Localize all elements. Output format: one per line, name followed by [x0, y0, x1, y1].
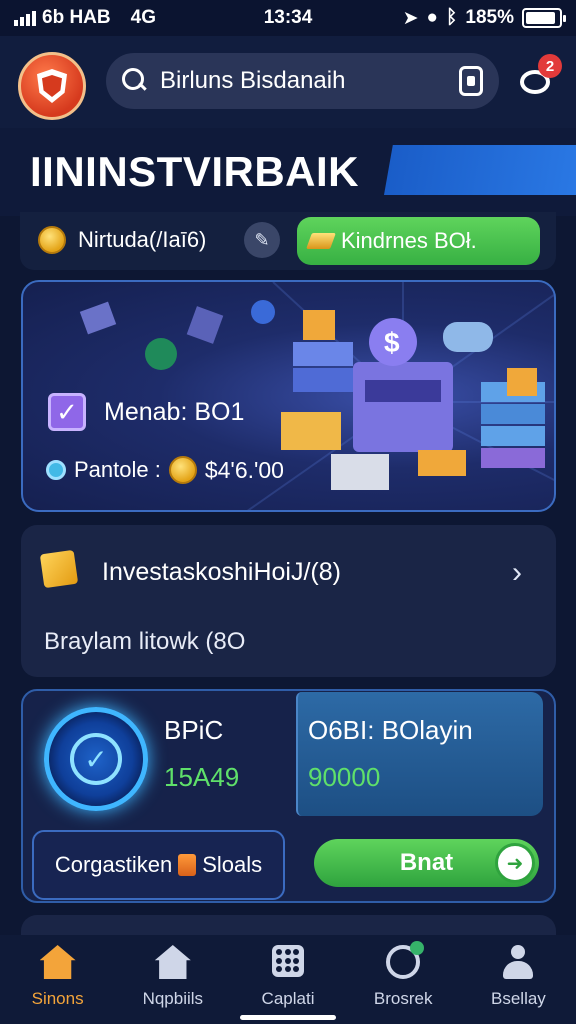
bpc-label: BPiC	[164, 715, 224, 745]
invest-subtitle: Braylam litowk (8O	[44, 628, 246, 655]
app-logo[interactable]	[18, 52, 86, 120]
dice-icon	[272, 945, 304, 977]
nav-item-capital[interactable]: Caplati	[230, 935, 345, 1024]
portfolio-label: Pantole :	[74, 457, 161, 482]
compare-right-label: Sloals	[202, 852, 263, 877]
info-item: Nirtuda(/Iaī6)	[38, 226, 206, 254]
status-bar: 6b HAB 4G 13:34 ➤ ● ᛒ 185%	[0, 0, 576, 36]
invest-title: InvestaskoshiHoiJ/(8)	[102, 558, 341, 586]
portfolio-value: $4ʹ6.ʹ00	[204, 456, 284, 483]
nav-item-properties[interactable]: Nqpbiils	[115, 935, 230, 1024]
compare-left-label: Corgastiken	[54, 852, 173, 877]
nav-label: Nqpbiils	[142, 989, 204, 1008]
compare-button[interactable]: Corgastiken Sloals	[32, 830, 285, 900]
gift-icon	[178, 854, 197, 876]
buy-button[interactable]: Bnat ➜	[314, 839, 539, 887]
battery-icon	[522, 8, 566, 28]
home-icon	[39, 945, 76, 979]
balance-label: O6BI: BOlayin	[308, 715, 473, 745]
home-indicator	[240, 1015, 336, 1020]
gauge-icon: ✓	[44, 707, 148, 811]
search-icon	[122, 68, 148, 94]
balance-panel[interactable]	[296, 692, 543, 816]
network-label: 4G	[130, 7, 156, 28]
cube-stack-left	[293, 342, 353, 392]
nav-item-profile[interactable]: Bsellay	[461, 935, 576, 1024]
banner-title: Menab: BO1	[104, 398, 245, 426]
carrier-label: 6b HAB	[42, 7, 111, 28]
folder-icon	[39, 549, 79, 589]
coin-icon	[38, 226, 66, 254]
pencil-icon: ✎	[254, 229, 270, 250]
battery-percent: 185%	[465, 7, 514, 28]
person-icon	[500, 945, 536, 981]
alarm-icon: ●	[426, 7, 438, 28]
nav-label: Caplati	[261, 989, 315, 1008]
kindness-button[interactable]: Kindrnes BOł.	[297, 217, 540, 265]
shield-icon	[37, 69, 67, 103]
signal-icon	[14, 10, 36, 26]
nav-item-home[interactable]: Sinons	[0, 935, 115, 1024]
bluetooth-icon: ᛒ	[445, 7, 458, 28]
svg-text:$: $	[384, 327, 400, 358]
scan-icon[interactable]	[459, 66, 483, 96]
chevron-right-icon[interactable]: ›	[512, 556, 522, 590]
balance-value: 90000	[308, 762, 381, 792]
search-input[interactable]: Birluns Bisdanaih	[160, 67, 447, 95]
nav-item-broker[interactable]: Brosrek	[346, 935, 461, 1024]
page-title: IININSTVIRBAIK	[30, 148, 360, 195]
target-icon	[46, 460, 66, 480]
clock: 13:34	[263, 7, 313, 28]
nav-label: Brosrek	[373, 989, 433, 1008]
vault-box	[353, 362, 453, 452]
checkbox-icon[interactable]: ✓	[48, 393, 86, 431]
house-outline-icon	[154, 945, 191, 979]
ring-icon	[386, 941, 425, 979]
buy-label: Bnat	[399, 849, 454, 876]
title-accent	[384, 145, 576, 195]
arrow-right-icon: ➜	[495, 843, 535, 883]
portfolio-row: Pantole : $4ʹ6.ʹ00	[46, 456, 284, 484]
nav-label: Bsellay	[491, 989, 546, 1008]
notification-badge: 2	[538, 54, 562, 78]
edit-button[interactable]: ✎	[244, 222, 280, 258]
gold-bar-icon	[306, 233, 336, 249]
coin-icon	[168, 456, 197, 484]
bottom-nav: Sinons Nqpbiils Caplati Brosrek Bsellay	[0, 935, 576, 1024]
bpc-value: 15A49	[164, 762, 240, 792]
kindness-label: Kindrnes BOł.	[341, 228, 477, 253]
chat-button[interactable]: 2	[518, 54, 562, 100]
location-icon: ➤	[402, 7, 419, 29]
info-text: Nirtuda(/Iaī6)	[78, 227, 207, 252]
nav-label: Sinons	[31, 989, 84, 1008]
search-bar[interactable]: Birluns Bisdanaih	[106, 53, 499, 109]
